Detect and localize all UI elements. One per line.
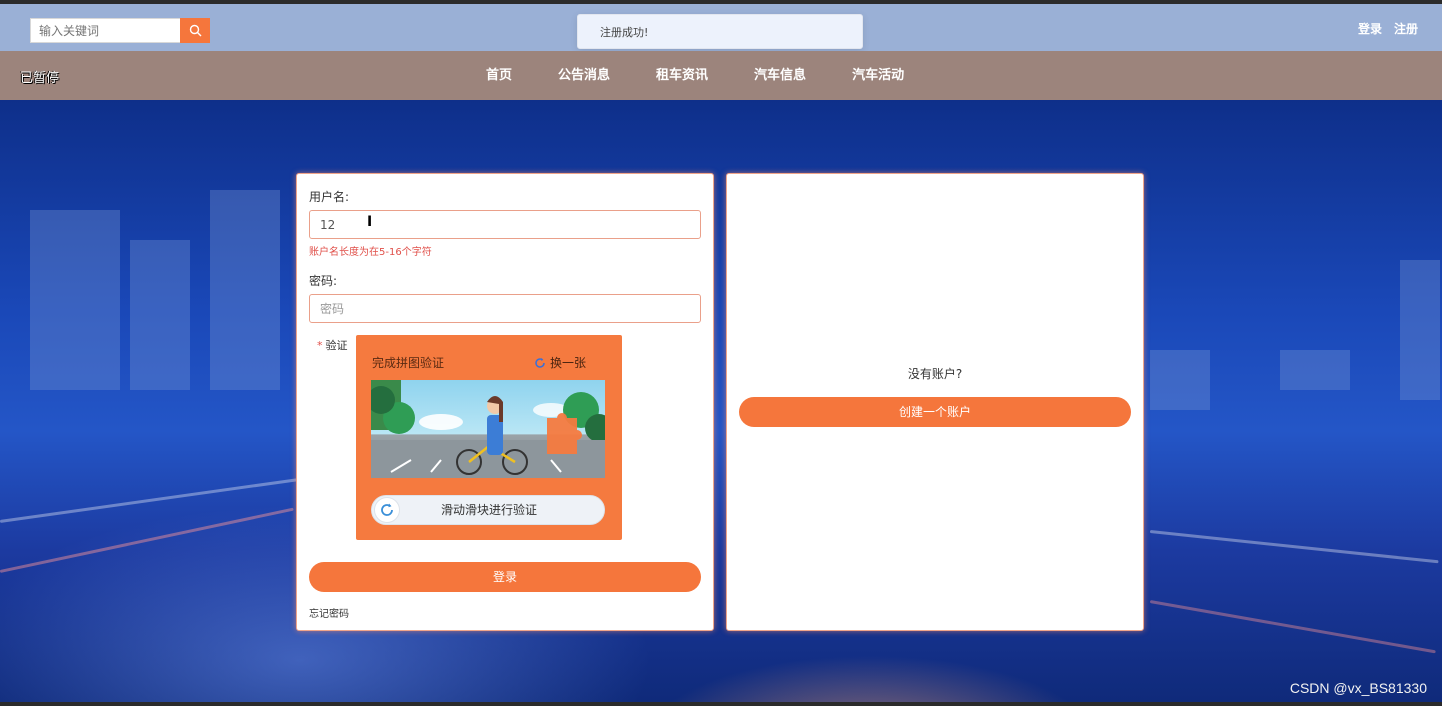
nav-item-home[interactable]: 首页: [486, 51, 512, 100]
captcha-refresh-button[interactable]: 换一张: [534, 354, 586, 371]
username-error-message: 账户名长度为在5-16个字符: [309, 247, 432, 258]
required-mark: *: [317, 339, 323, 352]
captcha-slider-track[interactable]: 滑动滑块进行验证: [371, 495, 605, 525]
text-cursor-icon: I: [367, 214, 373, 230]
puzzle-captcha: 完成拼图验证 换一张 滑动滑块进行验证: [356, 335, 622, 540]
password-input[interactable]: [309, 294, 701, 323]
paused-status-text: 已暂停: [20, 71, 60, 86]
auth-links: 登录 注册: [1358, 20, 1418, 37]
nav-item-rental-news[interactable]: 租车资讯: [656, 51, 708, 100]
captcha-title: 完成拼图验证: [372, 356, 445, 370]
success-toast: 注册成功!: [577, 14, 863, 49]
register-link[interactable]: 注册: [1394, 20, 1418, 37]
login-panel: 用户名: I 账户名长度为在5-16个字符 密码: *验证 完成拼图验证 换一张: [296, 173, 714, 631]
slider-hint-text: 滑动滑块进行验证: [440, 503, 537, 517]
background-city-image: [0, 100, 1442, 702]
nav-item-car-events[interactable]: 汽车活动: [852, 51, 904, 100]
refresh-arrow-icon: [381, 503, 393, 516]
search-icon: [189, 24, 201, 37]
search-button[interactable]: [180, 18, 210, 43]
login-submit-button[interactable]: 登录: [309, 562, 701, 592]
verify-label-text: 验证: [325, 339, 348, 352]
no-account-prompt: 没有账户?: [907, 367, 963, 381]
nav-item-car-info[interactable]: 汽车信息: [754, 51, 806, 100]
username-label: 用户名:: [309, 190, 350, 204]
captcha-puzzle-image: [371, 380, 605, 478]
captcha-slider-handle[interactable]: [374, 497, 400, 523]
signup-panel: 没有账户? 创建一个账户: [726, 173, 1144, 631]
login-link[interactable]: 登录: [1358, 20, 1382, 37]
refresh-icon: [535, 357, 545, 368]
password-label: 密码:: [309, 274, 338, 288]
window-bottom-edge: [0, 702, 1442, 706]
captcha-refresh-label: 换一张: [550, 356, 587, 370]
search-input[interactable]: [30, 18, 180, 43]
csdn-watermark: CSDN @vx_BS81330: [1289, 680, 1427, 696]
create-account-button[interactable]: 创建一个账户: [739, 397, 1131, 427]
main-nav: 已暂停 首页 公告消息 租车资讯 汽车信息 汽车活动: [0, 51, 1442, 100]
verify-label: * 验证: [317, 337, 348, 353]
forgot-password-link[interactable]: 忘记密码: [309, 605, 349, 620]
nav-item-announcements[interactable]: 公告消息: [558, 51, 610, 100]
